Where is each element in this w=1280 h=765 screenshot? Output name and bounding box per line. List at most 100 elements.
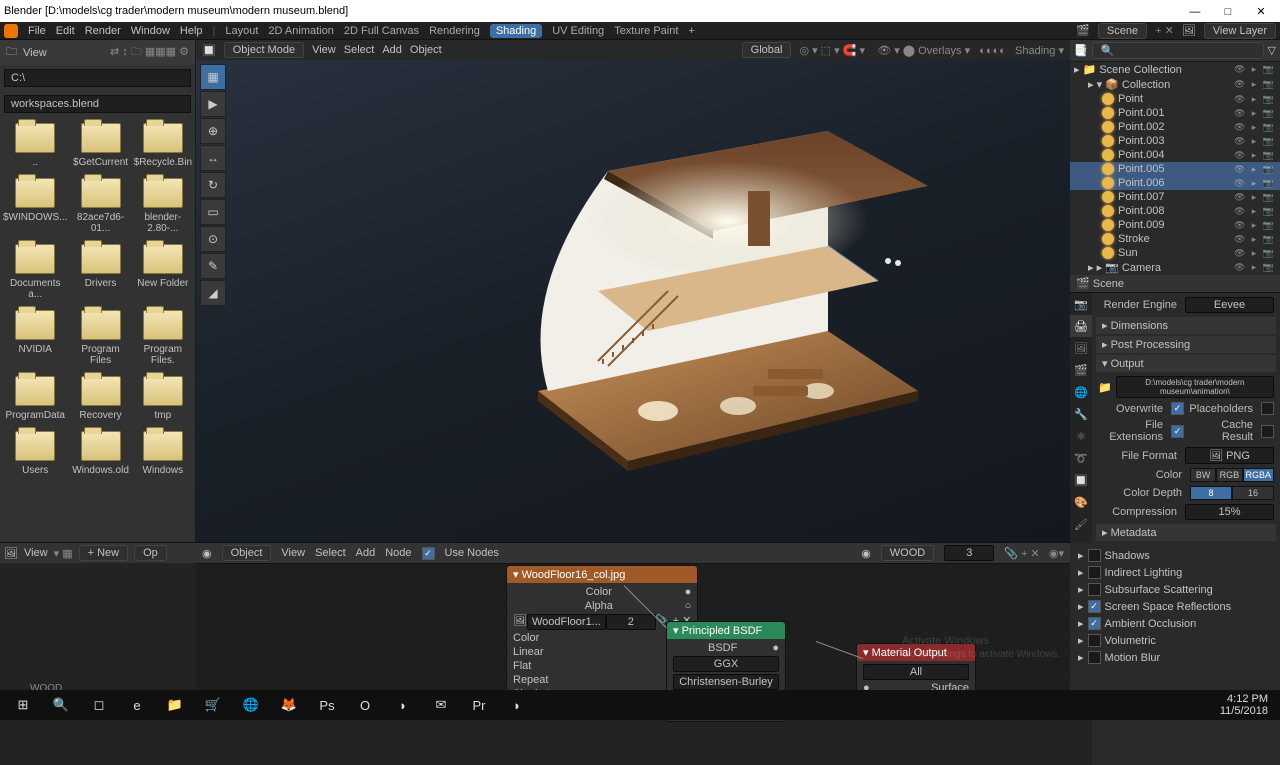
- uv-editor[interactable]: 🖼 View ▾ ▦ + New Op WOOD: [0, 543, 196, 702]
- props-tab[interactable]: 🖼: [1070, 337, 1092, 359]
- render-option[interactable]: ▸ Shadows: [1076, 547, 1274, 564]
- workspace-tab[interactable]: +: [688, 25, 694, 37]
- workspace-tab[interactable]: 2D Animation: [268, 25, 333, 37]
- node-add-menu[interactable]: Add: [356, 547, 376, 559]
- folder-item[interactable]: Windows.old: [70, 427, 130, 480]
- folder-item[interactable]: Recovery: [70, 372, 130, 425]
- outliner-item[interactable]: Stroke👁 ▸ 📷: [1070, 232, 1280, 246]
- node-select-menu[interactable]: Select: [315, 547, 346, 559]
- props-tab[interactable]: 🌐: [1070, 381, 1092, 403]
- uv-view-menu[interactable]: View: [24, 547, 48, 559]
- viewport-tool[interactable]: ✎: [200, 253, 226, 279]
- taskbar-item[interactable]: ◻: [80, 691, 118, 719]
- props-tab[interactable]: 🖌: [1070, 513, 1092, 535]
- uv-editor-icon[interactable]: 🖼: [4, 547, 18, 560]
- material-select[interactable]: WOOD: [881, 545, 934, 561]
- taskbar-item[interactable]: ✉: [422, 691, 460, 719]
- props-tab[interactable]: 🎨: [1070, 491, 1092, 513]
- material-users[interactable]: 3: [944, 545, 994, 561]
- folder-item[interactable]: ..: [2, 119, 68, 172]
- system-clock[interactable]: 4:12 PM11/5/2018: [1212, 693, 1276, 717]
- props-tab[interactable]: ➰: [1070, 447, 1092, 469]
- viewport-tool[interactable]: ↔: [200, 145, 226, 171]
- render-option[interactable]: ▸ ✓ Screen Space Reflections: [1076, 598, 1274, 615]
- node-editor[interactable]: ◉ Object View Select Add Node ✓ Use Node…: [196, 543, 1070, 702]
- file-browser-view[interactable]: View: [23, 47, 47, 59]
- outliner-search[interactable]: 🔍: [1092, 42, 1264, 59]
- viewport-tool[interactable]: ↻: [200, 172, 226, 198]
- folder-item[interactable]: $Recycle.Bin: [133, 119, 193, 172]
- folder-item[interactable]: Drivers: [70, 240, 130, 304]
- outliner-item[interactable]: Point.004👁 ▸ 📷: [1070, 148, 1280, 162]
- vp-select-menu[interactable]: Select: [344, 44, 375, 56]
- folder-item[interactable]: Users: [2, 427, 68, 480]
- taskbar-item[interactable]: Ps: [308, 691, 346, 719]
- taskbar-item[interactable]: 📁: [156, 691, 194, 719]
- viewport-tool[interactable]: ⊙: [200, 226, 226, 252]
- menu-file[interactable]: File: [28, 25, 46, 37]
- folder-item[interactable]: New Folder: [133, 240, 193, 304]
- taskbar-item[interactable]: 🛒: [194, 691, 232, 719]
- folder-item[interactable]: Windows: [133, 427, 193, 480]
- outliner-item[interactable]: Point.005👁 ▸ 📷: [1070, 162, 1280, 176]
- mode-select[interactable]: Object Mode: [224, 42, 304, 58]
- outliner-item[interactable]: ▸ ▾ 📦 Collection👁 ▸ 📷: [1070, 77, 1280, 92]
- outliner-item[interactable]: Point.003👁 ▸ 📷: [1070, 134, 1280, 148]
- taskbar-item[interactable]: Pr: [460, 691, 498, 719]
- scene-select[interactable]: Scene: [1098, 23, 1147, 39]
- vp-view-menu[interactable]: View: [312, 44, 336, 56]
- taskbar-item[interactable]: ⊞: [4, 691, 42, 719]
- maximize-button[interactable]: □: [1213, 6, 1243, 18]
- render-option[interactable]: ▸ ✓ Ambient Occlusion: [1076, 615, 1274, 632]
- outliner-item[interactable]: Point👁 ▸ 📷: [1070, 92, 1280, 106]
- folder-item[interactable]: Program Files: [70, 306, 130, 370]
- node-view-menu[interactable]: View: [281, 547, 305, 559]
- folder-item[interactable]: $GetCurrent: [70, 119, 130, 172]
- workspace-tab[interactable]: Rendering: [429, 25, 480, 37]
- viewport-tool[interactable]: ▶: [200, 91, 226, 117]
- taskbar-item[interactable]: 🔍: [42, 691, 80, 719]
- workspace-tab[interactable]: UV Editing: [552, 25, 604, 37]
- folder-item[interactable]: $WINDOWS...: [2, 174, 68, 238]
- menu-window[interactable]: Window: [131, 25, 170, 37]
- folder-item[interactable]: NVIDIA: [2, 306, 68, 370]
- outliner-item[interactable]: Point.008👁 ▸ 📷: [1070, 204, 1280, 218]
- taskbar-item[interactable]: 🌐: [232, 691, 270, 719]
- viewlayer-select[interactable]: View Layer: [1204, 23, 1276, 39]
- taskbar-item[interactable]: O: [346, 691, 384, 719]
- props-tab[interactable]: 🎬: [1070, 359, 1092, 381]
- menu-help[interactable]: Help: [180, 25, 203, 37]
- props-tab[interactable]: 🔧: [1070, 403, 1092, 425]
- render-option[interactable]: ▸ Indirect Lighting: [1076, 564, 1274, 581]
- outliner-item[interactable]: ▸ ▸ 📷 Camera👁 ▸ 📷: [1070, 260, 1280, 275]
- uv-new-button[interactable]: + New: [79, 545, 129, 561]
- props-tab[interactable]: 📷: [1070, 293, 1092, 315]
- taskbar-item[interactable]: 🦊: [270, 691, 308, 719]
- render-option[interactable]: ▸ Volumetric: [1076, 632, 1274, 649]
- editor-type-icon[interactable]: 🔲: [202, 44, 216, 57]
- viewport-3d[interactable]: 🔲 Object Mode View Select Add Object Glo…: [196, 40, 1070, 542]
- node-editor-icon[interactable]: ◉: [202, 547, 212, 560]
- uv-open-button[interactable]: Op: [134, 545, 167, 561]
- file-name-input[interactable]: workspaces.blend: [4, 95, 191, 113]
- outliner-item[interactable]: Sun👁 ▸ 📷: [1070, 246, 1280, 260]
- folder-item[interactable]: tmp: [133, 372, 193, 425]
- props-tab[interactable]: ⚛: [1070, 425, 1092, 447]
- folder-item[interactable]: Documents a...: [2, 240, 68, 304]
- props-tab[interactable]: 🔲: [1070, 469, 1092, 491]
- outliner-icon[interactable]: 📑: [1074, 44, 1088, 57]
- viewport-tool[interactable]: ▭: [200, 199, 226, 225]
- viewport-tool[interactable]: ◢: [200, 280, 226, 306]
- viewport-tool[interactable]: ⊕: [200, 118, 226, 144]
- taskbar-item[interactable]: e: [118, 691, 156, 719]
- viewport-tool[interactable]: ▦: [200, 64, 226, 90]
- outliner-item[interactable]: ▸ 📁 Scene Collection👁 ▸ 📷: [1070, 62, 1280, 77]
- folder-item[interactable]: 82ace7d6-01...: [70, 174, 130, 238]
- folder-item[interactable]: ProgramData: [2, 372, 68, 425]
- outliner-item[interactable]: Point.002👁 ▸ 📷: [1070, 120, 1280, 134]
- props-tab[interactable]: 🖨: [1070, 315, 1092, 337]
- use-nodes-checkbox[interactable]: ✓: [422, 547, 435, 560]
- render-option[interactable]: ▸ Subsurface Scattering: [1076, 581, 1274, 598]
- outliner-item[interactable]: Point.001👁 ▸ 📷: [1070, 106, 1280, 120]
- taskbar-item[interactable]: ◗: [498, 691, 536, 719]
